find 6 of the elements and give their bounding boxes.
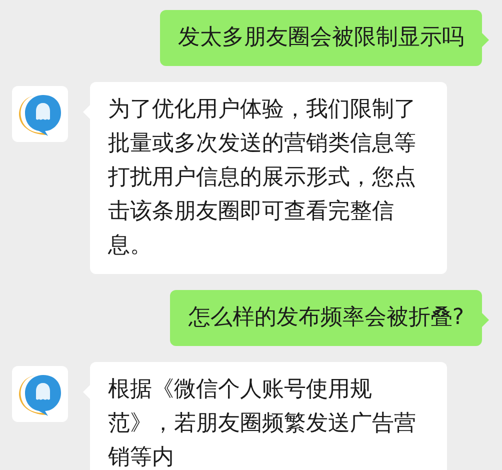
avatar-icon[interactable]: [12, 366, 68, 422]
sent-message: 发太多朋友圈会被限制显示吗: [178, 25, 464, 50]
sent-message: 怎么样的发布频率会被折叠?: [188, 305, 464, 330]
avatar-icon[interactable]: [12, 86, 68, 142]
received-message: 为了优化用户体验，我们限制了批量或多次发送的营销类信息等打扰用户信息的展示形式，您点击该条朋友圈即可查看完整信息。: [108, 97, 416, 258]
received-message: 根据《微信个人账号使用规范》，若朋友圈频繁发送广告营销等内: [108, 377, 416, 470]
